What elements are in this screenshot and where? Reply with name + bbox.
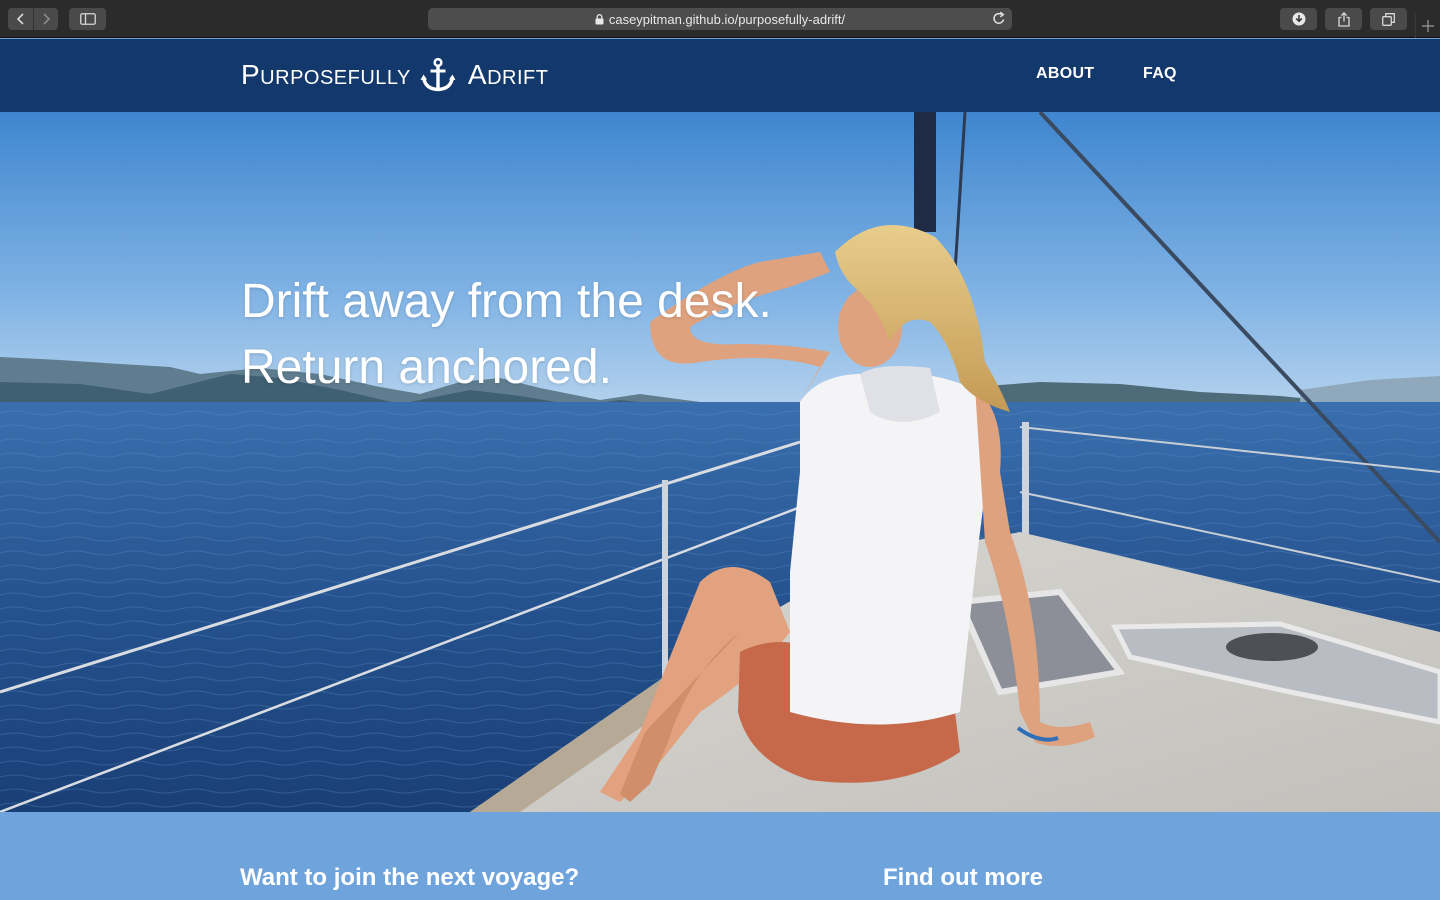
share-icon: [1337, 11, 1350, 27]
find-out-more-link[interactable]: Find out more: [883, 864, 1043, 892]
address-bar[interactable]: caseypitman.github.io/purposefully-adrif…: [428, 8, 1012, 30]
nav-about-link[interactable]: ABOUT: [1036, 65, 1094, 83]
cta-band: Want to join the next voyage? Find out m…: [0, 812, 1440, 900]
brand-logo-link[interactable]: Purposefully Adrift: [241, 58, 548, 92]
forward-icon: [43, 13, 51, 25]
downloads-button[interactable]: [1280, 8, 1317, 30]
hero-section: Drift away from the desk. Return anchore…: [0, 112, 1440, 812]
browser-toolbar: caseypitman.github.io/purposefully-adrif…: [0, 0, 1440, 38]
anchor-icon: [419, 58, 457, 92]
lock-icon: [595, 13, 604, 25]
hero-line-2: Return anchored.: [241, 341, 612, 394]
download-icon: [1292, 12, 1305, 26]
back-button[interactable]: [8, 8, 33, 30]
plus-icon: [1422, 20, 1434, 32]
url-text: caseypitman.github.io/purposefully-adrif…: [608, 11, 846, 27]
brand-word-left: Purposefully: [241, 59, 411, 90]
site-header: Purposefully Adrift ABOUT FAQ: [0, 39, 1440, 112]
history-nav: [8, 8, 58, 30]
tabs-icon: [1382, 12, 1395, 26]
nav-faq-link[interactable]: FAQ: [1143, 65, 1177, 83]
brand-word-right: Adrift: [467, 59, 549, 90]
join-voyage-heading: Want to join the next voyage?: [240, 864, 580, 891]
sidebar-icon: [79, 13, 96, 25]
forward-button[interactable]: [33, 8, 58, 30]
reload-icon[interactable]: [992, 11, 1006, 29]
new-tab-button[interactable]: [1415, 14, 1440, 38]
hero-image: [0, 112, 1440, 812]
hero-line-1: Drift away from the desk.: [241, 275, 772, 328]
back-icon: [16, 13, 24, 25]
show-tabs-button[interactable]: [1370, 8, 1407, 30]
hero-headline: Drift away from the desk. Return anchore…: [241, 269, 772, 401]
sidebar-button[interactable]: [69, 8, 106, 30]
share-button[interactable]: [1325, 8, 1362, 30]
